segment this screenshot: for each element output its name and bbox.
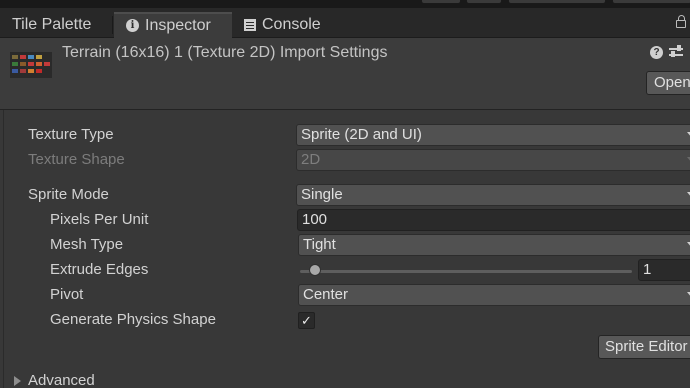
tab-bar: Tile Palette i Inspector Console: [0, 8, 690, 38]
pixels-per-unit-label: Pixels Per Unit: [50, 211, 149, 228]
info-icon: i: [126, 19, 139, 33]
texture-type-label: Texture Type: [28, 126, 114, 143]
mesh-type-label: Mesh Type: [50, 236, 124, 253]
sprite-mode-dropdown[interactable]: Single: [296, 184, 690, 206]
toolbar-dropdown-partial[interactable]: [612, 0, 690, 4]
inspector-header: Terrain (16x16) 1 (Texture 2D) Import Se…: [0, 38, 690, 110]
sprite-mode-value: Single: [301, 186, 343, 203]
help-icon[interactable]: ?: [650, 46, 663, 59]
advanced-foldout-label[interactable]: Advanced: [28, 372, 95, 388]
tab-separator: [112, 16, 113, 34]
open-button[interactable]: Open: [646, 71, 690, 95]
tab-inspector[interactable]: i Inspector: [114, 12, 232, 38]
extrude-edges-slider-track[interactable]: [300, 270, 632, 273]
pivot-dropdown[interactable]: Center: [298, 284, 690, 306]
sprite-mode-label: Sprite Mode: [28, 186, 109, 203]
generate-physics-shape-checkbox[interactable]: ✓: [298, 312, 315, 329]
generate-physics-shape-row: Generate Physics Shape ✓: [0, 309, 690, 333]
tab-label: Console: [262, 16, 321, 33]
texture-type-value: Sprite (2D and UI): [301, 126, 422, 143]
texture-asset-icon: [10, 52, 52, 78]
texture-shape-row: Texture Shape 2D: [0, 149, 690, 173]
settings-sliders-icon[interactable]: [669, 45, 683, 59]
generate-physics-shape-label: Generate Physics Shape: [50, 311, 216, 328]
pivot-label: Pivot: [50, 286, 84, 303]
pixels-per-unit-row: Pixels Per Unit 100: [0, 209, 690, 233]
toolbar-button-partial[interactable]: [466, 0, 502, 4]
window-top-strip: [0, 0, 690, 8]
mesh-type-value: Tight: [303, 236, 336, 253]
extrude-edges-label: Extrude Edges: [50, 261, 149, 278]
tab-label: Inspector: [145, 17, 211, 34]
sprite-mode-row: Sprite Mode Single: [0, 184, 690, 208]
tab-label: Tile Palette: [12, 16, 92, 33]
tab-console[interactable]: Console: [232, 12, 342, 38]
texture-type-row: Texture Type Sprite (2D and UI): [0, 124, 690, 148]
pixels-per-unit-input[interactable]: 100: [297, 209, 690, 231]
mesh-type-dropdown[interactable]: Tight: [298, 234, 690, 256]
pivot-value: Center: [303, 286, 349, 303]
texture-shape-label: Texture Shape: [28, 151, 125, 168]
texture-shape-dropdown: 2D: [296, 149, 690, 171]
console-icon: [244, 18, 256, 31]
extrude-edges-input[interactable]: 1: [638, 259, 690, 281]
lock-icon[interactable]: [676, 15, 686, 28]
tab-tile-palette[interactable]: Tile Palette: [0, 12, 112, 38]
pivot-row: Pivot Center: [0, 284, 690, 308]
toolbar-button-partial[interactable]: [421, 0, 461, 4]
extrude-edges-row: Extrude Edges 1: [0, 259, 690, 283]
sprite-editor-button[interactable]: Sprite Editor: [598, 335, 690, 359]
extrude-edges-slider-thumb[interactable]: [309, 264, 321, 276]
texture-type-dropdown[interactable]: Sprite (2D and UI): [296, 124, 690, 146]
texture-shape-value: 2D: [301, 151, 321, 168]
asset-title: Terrain (16x16) 1 (Texture 2D) Import Se…: [62, 44, 388, 61]
foldout-arrow-icon[interactable]: [14, 376, 21, 386]
mesh-type-row: Mesh Type Tight: [0, 234, 690, 258]
toolbar-dropdown-partial[interactable]: [508, 0, 606, 4]
